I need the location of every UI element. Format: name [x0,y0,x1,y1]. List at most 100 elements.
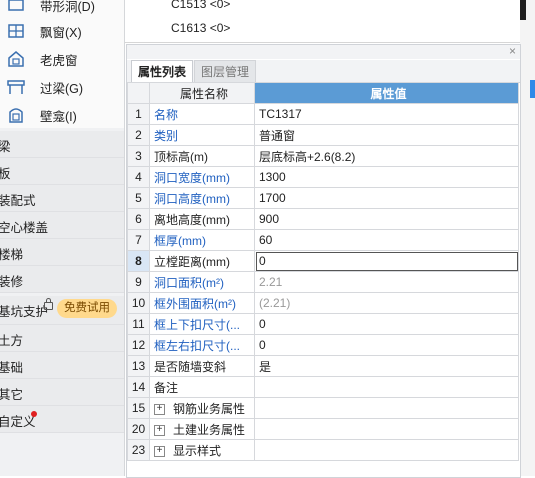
property-value[interactable]: TC1317 [254,103,519,125]
table-row[interactable]: 23 + 显示样式 [127,439,519,461]
property-name-text: 框左右扣尺寸(... [154,338,240,353]
property-value[interactable]: 普通窗 [254,124,519,146]
table-row[interactable]: 13 是否随墙变斜 是 [127,355,519,377]
table-row[interactable]: 11 框上下扣尺寸(... 0 [127,313,519,335]
row-number: 7 [127,229,150,251]
expand-icon[interactable]: + [154,445,165,457]
scrollbar[interactable] [520,0,535,476]
sidebar-group-beam[interactable]: 梁 [0,131,124,158]
table-row[interactable]: 20 + 土建业务属性 [127,418,519,440]
sidebar-group-hollow-floor[interactable]: 空心楼盖 [0,212,124,239]
scrollbar-thumb[interactable] [520,0,526,20]
free-trial-badge[interactable]: 免费试用 [57,299,117,318]
sidebar-item-bay-window[interactable]: 飘窗(X) [0,19,124,43]
property-name[interactable]: + 显示样式 [149,439,255,461]
list-item[interactable]: C1513 <0> [171,0,230,11]
table-row[interactable]: 10 框外围面积(m²) (2.21) [127,292,519,314]
property-value[interactable]: 0 [254,250,519,272]
table-row[interactable]: 12 框左右扣尺寸(... 0 [127,334,519,356]
table-row[interactable]: 15 + 钢筋业务属性 [127,397,519,419]
table-header: 属性名称 属性值 [127,82,519,104]
sidebar-item-dormer-window[interactable]: 老虎窗 [0,47,124,71]
sidebar-group-stairs[interactable]: 楼梯 [0,239,124,266]
table-row[interactable]: 4 洞口宽度(mm) 1300 [127,166,519,188]
property-value[interactable] [254,397,519,419]
component-list: C1513 <0> C1613 <0> [125,0,520,43]
property-table: 属性名称 属性值 1 名称 TC1317 2 类别 普通窗 3 顶标高(m) 层底标高+2.6(… [127,82,519,461]
property-value[interactable]: 60 [254,229,519,251]
property-value[interactable] [254,418,519,440]
property-value[interactable]: (2.21) [254,292,519,314]
property-name: 框外围面积(m²) [149,292,255,314]
row-number: 2 [127,124,150,146]
row-number: 8 [127,250,150,272]
property-value[interactable] [254,376,519,398]
property-name: 立樘距离(mm) [149,250,255,272]
niche-icon [9,108,23,123]
row-number: 13 [127,355,150,377]
bay-window-icon [8,24,24,38]
table-row[interactable]: 9 洞口面积(m²) 2.21 [127,271,519,293]
property-name-text: 是否随墙变斜 [154,359,227,374]
sidebar-group-foundation[interactable]: 基础 [0,352,124,379]
table-row[interactable]: 6 离地高度(mm) 900 [127,208,519,230]
property-name[interactable]: + 土建业务属性 [149,418,255,440]
row-number: 20 [127,418,150,440]
table-row[interactable]: 2 类别 普通窗 [127,124,519,146]
close-icon[interactable]: × [509,44,516,58]
sidebar-group-other[interactable]: 其它 [0,379,124,406]
strip-hole-icon [8,0,24,11]
row-number: 6 [127,208,150,230]
sidebar-item-niche[interactable]: 壁龛(I) [0,103,124,127]
sidebar-item-lintel[interactable]: 过梁(G) [0,75,124,99]
row-number: 23 [127,439,150,461]
property-name-text: 立樘距离(mm) [154,254,230,269]
property-name-text: 名称 [154,107,179,122]
property-value[interactable]: 0 [254,334,519,356]
table-row[interactable]: 5 洞口高度(mm) 1700 [127,187,519,209]
sidebar-group-pit-support[interactable]: 基坑支护 免费试用 [0,296,124,325]
expand-icon[interactable]: + [154,403,165,415]
property-name: 洞口宽度(mm) [149,166,255,188]
table-row[interactable]: 8 立樘距离(mm) 0 [127,250,519,272]
table-row[interactable]: 3 顶标高(m) 层底标高+2.6(8.2) [127,145,519,167]
property-value[interactable]: 900 [254,208,519,230]
row-number: 1 [127,103,150,125]
sidebar-item-strip-hole[interactable]: 带形洞(D) [0,0,124,17]
property-value[interactable] [254,439,519,461]
property-value[interactable]: 1700 [254,187,519,209]
component-sidebar: 带形洞(D) 飘窗(X) 老虎窗 过梁(G) 壁龛(I) 梁 板 装配式 空心楼… [0,0,125,476]
property-name: 框左右扣尺寸(... [149,334,255,356]
tab-layer-management[interactable]: 图层管理 [194,60,257,83]
property-name-text: 框上下扣尺寸(... [154,317,240,332]
table-row[interactable]: 14 备注 [127,376,519,398]
list-item[interactable]: C1613 <0> [171,21,230,35]
sidebar-group-earthwork[interactable]: 土方 [0,325,124,352]
row-number: 15 [127,397,150,419]
sidebar-group-slab[interactable]: 板 [0,158,124,185]
property-name[interactable]: + 钢筋业务属性 [149,397,255,419]
table-row[interactable]: 7 框厚(mm) 60 [127,229,519,251]
row-number: 11 [127,313,150,335]
tab-property-list[interactable]: 属性列表 [131,60,194,83]
row-number: 5 [127,187,150,209]
sidebar-group-custom[interactable]: 自定义 [0,406,124,433]
table-row[interactable]: 1 名称 TC1317 [127,103,519,125]
property-name: 洞口高度(mm) [149,187,255,209]
property-value[interactable]: 0 [254,313,519,335]
property-name-text: 框外围面积(m²) [154,296,236,311]
sidebar-group-decoration[interactable]: 装修 [0,266,124,293]
property-name: 备注 [149,376,255,398]
property-name: 框上下扣尺寸(... [149,313,255,335]
property-value[interactable]: 是 [254,355,519,377]
panel-header: × [127,44,520,59]
property-value[interactable]: 1300 [254,166,519,188]
notification-dot [31,411,37,417]
expand-icon[interactable]: + [154,424,165,436]
sidebar-group-prefab[interactable]: 装配式 [0,185,124,212]
property-value[interactable]: 层底标高+2.6(8.2) [254,145,519,167]
property-name-text: 框厚(mm) [154,233,206,248]
property-name: 洞口面积(m²) [149,271,255,293]
property-value[interactable]: 2.21 [254,271,519,293]
property-name: 离地高度(mm) [149,208,255,230]
